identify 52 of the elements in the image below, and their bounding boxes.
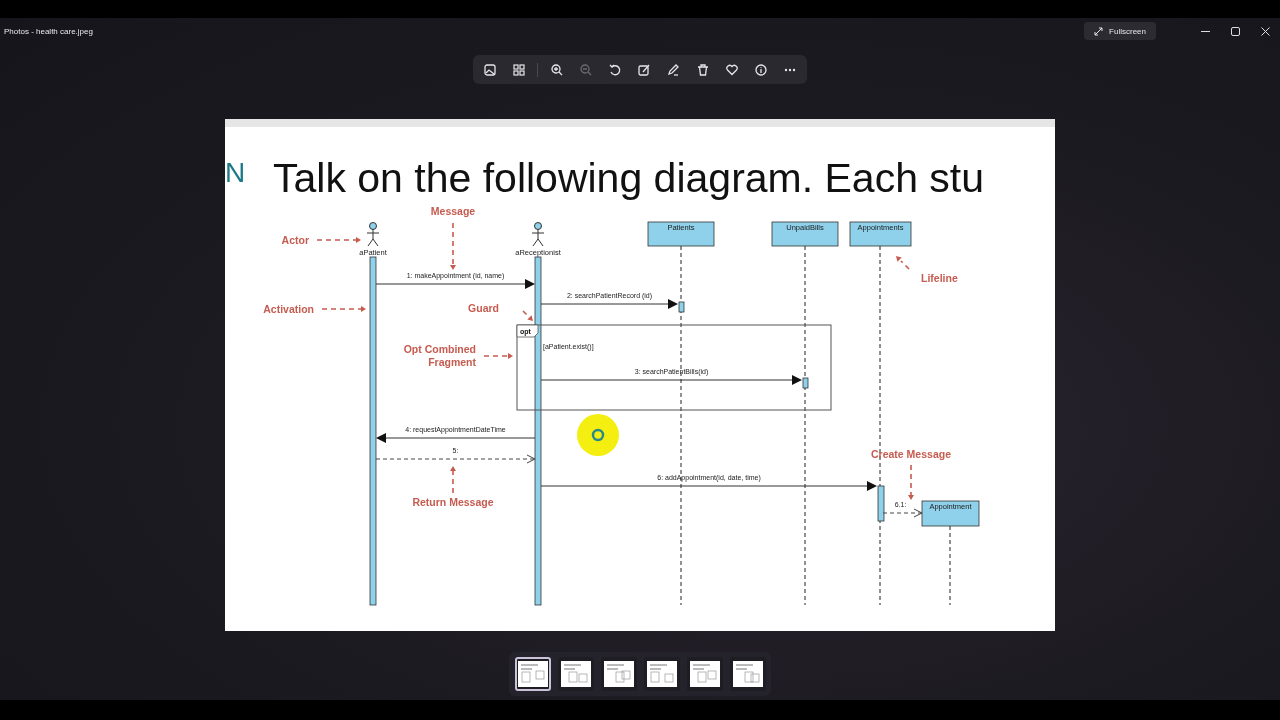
close-icon <box>1260 26 1270 36</box>
leader-arrow <box>908 464 914 500</box>
thumbnail[interactable] <box>514 657 551 691</box>
annotation-label: Opt Combined Fragment <box>403 343 476 368</box>
grid-icon <box>513 63 526 76</box>
annotation-label: Activation <box>263 303 314 315</box>
actor-icon <box>366 222 380 247</box>
thumbnail[interactable] <box>643 657 680 691</box>
pen-icon <box>667 63 680 76</box>
heart-icon <box>725 63 738 76</box>
annotation-label: Actor <box>281 234 309 246</box>
annotation-label: Return Message <box>412 496 494 508</box>
zoom-out-icon <box>579 63 592 76</box>
leader-arrow <box>896 256 910 270</box>
minimize-icon <box>1200 30 1210 32</box>
leader-arrow <box>321 306 366 312</box>
thumbnail[interactable] <box>557 657 594 691</box>
annotation-label: Lifeline <box>921 272 958 284</box>
zoom-in-icon <box>550 63 563 76</box>
edit-icon <box>638 63 651 76</box>
rotate-icon <box>609 63 622 76</box>
leader-arrow <box>450 222 456 270</box>
activation-bar <box>877 485 885 522</box>
info-icon <box>755 63 767 76</box>
image-icon <box>483 63 496 76</box>
leader-arrow <box>316 237 361 243</box>
message-arrow <box>882 508 923 518</box>
participant-box <box>771 221 839 247</box>
annotation-label: Message <box>430 205 476 217</box>
window-title: Photos - health care.jpeg <box>3 26 94 36</box>
annotation-label: Create Message <box>871 448 951 460</box>
thumbnail[interactable] <box>600 657 637 691</box>
trash-icon <box>696 63 709 76</box>
activation-bar <box>678 301 685 313</box>
thumbnail[interactable] <box>686 657 723 691</box>
fullscreen-button[interactable]: Fullscreen <box>1084 22 1156 40</box>
participant-box <box>849 221 912 247</box>
leader-arrow <box>522 310 533 321</box>
maximize-icon <box>1230 26 1240 36</box>
activation-bar <box>802 377 809 389</box>
participant-box <box>647 221 715 247</box>
slide-title: Talk on the following diagram. Each stu <box>273 155 985 201</box>
thumbnail[interactable] <box>729 657 766 691</box>
participant-box <box>921 500 980 527</box>
leader-arrow <box>450 466 456 494</box>
fragment-tag <box>516 324 539 338</box>
slide-title-fragment: N <box>225 157 246 188</box>
annotation-label: Guard <box>468 302 499 314</box>
expand-icon <box>1094 26 1104 36</box>
cursor-highlight <box>577 414 619 456</box>
actor-icon <box>531 222 545 247</box>
leader-arrow <box>483 353 513 359</box>
